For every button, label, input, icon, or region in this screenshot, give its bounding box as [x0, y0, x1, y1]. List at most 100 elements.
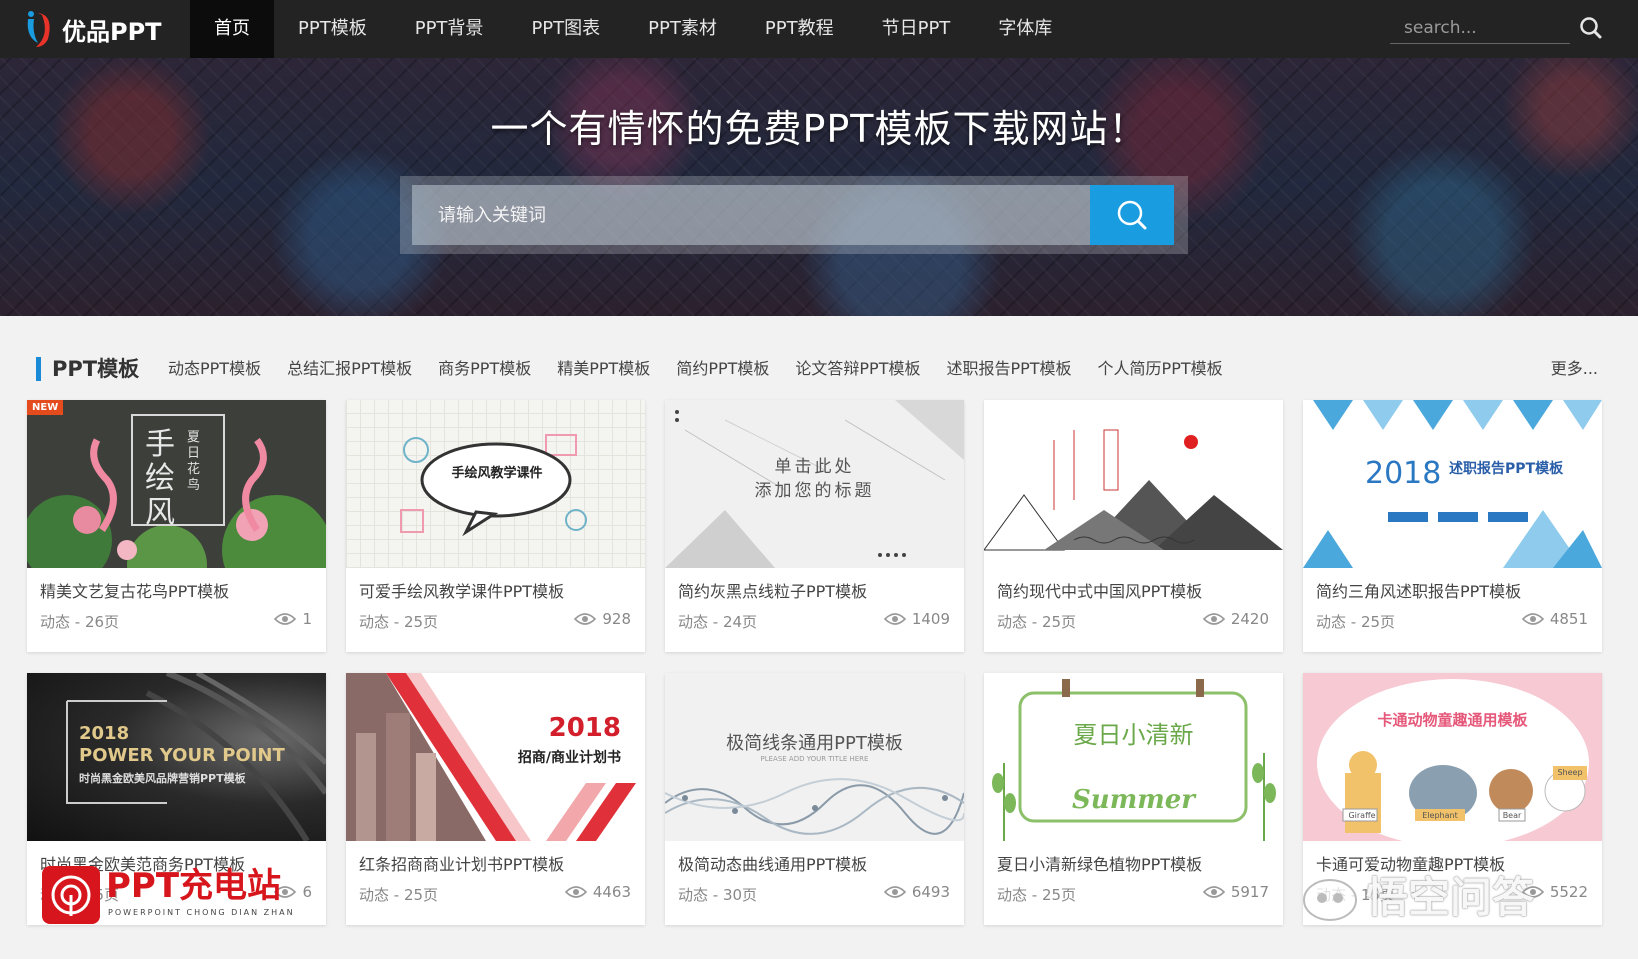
template-card[interactable]: 手绘风教学课件 可爱手绘风教学课件PPT模板 动态 - 25页 928 — [346, 400, 645, 652]
thumbnail-text: 2018 — [79, 723, 130, 744]
site-logo[interactable]: 优品PPT — [24, 8, 162, 50]
template-title[interactable]: 简约三角风述职报告PPT模板 — [1316, 578, 1521, 602]
thumbnail-text: 招商/商业计划书 — [517, 750, 621, 766]
template-card[interactable]: 手绘风 夏日花鸟 NEW 精美文艺复古花鸟PPT模板 动态 - 26页 1 — [27, 400, 326, 652]
watermark-logo-icon — [42, 866, 100, 924]
hero-search-box — [400, 176, 1188, 254]
eye-icon — [564, 886, 587, 898]
view-count: 4463 — [564, 883, 631, 901]
view-count-value: 1 — [302, 610, 312, 628]
logo-icon — [27, 11, 50, 47]
template-meta: 动态 - 25页 — [997, 613, 1077, 631]
view-count: 5917 — [1202, 883, 1269, 901]
logo-text: 优品PPT — [62, 17, 162, 46]
top-nav: 优品PPT 首页 PPT模板 PPT背景 PPT图表 PPT素材 PPT教程 节… — [0, 0, 1638, 58]
nav-item-font-library[interactable]: 字体库 — [974, 0, 1076, 58]
wukong-logo-icon — [1303, 879, 1357, 921]
template-thumbnail[interactable]: 极简线条通用PPT模板 PLEASE ADD YOUR TITLE HERE — [665, 673, 964, 841]
template-thumbnail[interactable]: 手绘风 夏日花鸟 NEW — [27, 400, 326, 568]
template-title[interactable]: 红条招商商业计划书PPT模板 — [359, 851, 564, 875]
thumbnail-text: Giraffe — [1348, 811, 1376, 820]
template-title[interactable]: 可爱手绘风教学课件PPT模板 — [359, 578, 564, 602]
nav-item-ppt-tutorials[interactable]: PPT教程 — [741, 0, 858, 58]
watermark-wukong: 悟空问答 — [1300, 872, 1620, 928]
template-title[interactable]: 简约现代中式中国风PPT模板 — [997, 578, 1202, 602]
template-meta: 动态 - 24页 — [678, 613, 758, 631]
category-link-business[interactable]: 商务PPT模板 — [438, 354, 531, 384]
more-link[interactable]: 更多... — [1551, 354, 1598, 384]
template-title[interactable]: 极简动态曲线通用PPT模板 — [678, 851, 867, 875]
nav-item-ppt-materials[interactable]: PPT素材 — [624, 0, 741, 58]
template-meta: 动态 - 30页 — [678, 886, 758, 904]
eye-icon — [1521, 613, 1544, 625]
search-icon — [1117, 200, 1147, 230]
category-marker — [36, 357, 41, 381]
template-thumbnail[interactable]: 单击此处 添加您的标题 — [665, 400, 964, 568]
eye-icon — [574, 613, 597, 625]
thumbnail-text: 夏日花鸟 — [187, 430, 201, 493]
template-meta: 动态 - 25页 — [359, 613, 439, 631]
thumbnail-text: 极简线条通用PPT模板 — [726, 733, 903, 754]
nav-item-ppt-charts[interactable]: PPT图表 — [507, 0, 624, 58]
new-badge: NEW — [27, 400, 64, 415]
nav-search-box — [1390, 12, 1570, 44]
nav-item-ppt-backgrounds[interactable]: PPT背景 — [391, 0, 508, 58]
template-thumbnail[interactable] — [984, 400, 1283, 568]
view-count-value: 4463 — [592, 883, 631, 901]
template-thumbnail[interactable]: 2018 述职报告PPT模板 — [1303, 400, 1602, 568]
nav-item-holiday-ppt[interactable]: 节日PPT — [858, 0, 975, 58]
view-count-value: 1409 — [911, 610, 950, 628]
thumbnail-art — [1303, 400, 1602, 568]
category-link-simple[interactable]: 简约PPT模板 — [676, 354, 769, 384]
nav-item-home[interactable]: 首页 — [190, 0, 274, 58]
view-count-value: 928 — [602, 610, 631, 628]
template-thumbnail[interactable]: 卡通动物童趣通用模板 Giraffe Elephant Bear Sheep — [1303, 673, 1602, 841]
template-title[interactable]: 简约灰黑点线粒子PPT模板 — [678, 578, 867, 602]
template-title[interactable]: 夏日小清新绿色植物PPT模板 — [997, 851, 1202, 875]
eye-icon — [1202, 886, 1225, 898]
main-menu: 首页 PPT模板 PPT背景 PPT图表 PPT素材 PPT教程 节日PPT 字… — [190, 0, 1076, 58]
view-count: 1409 — [883, 610, 950, 628]
thumbnail-text: 夏日小清新 — [1073, 721, 1194, 749]
thumbnail-text: POWER YOUR POINT — [79, 745, 285, 766]
nav-search-input[interactable] — [1390, 12, 1570, 43]
eye-icon — [883, 613, 906, 625]
thumbnail-text: 单击此处 — [774, 457, 855, 477]
template-card[interactable]: 简约现代中式中国风PPT模板 动态 - 25页 2420 — [984, 400, 1283, 652]
template-card[interactable]: 夏日小清新 Summer 夏日小清新绿色植物PPT模板 动态 - 25页 591… — [984, 673, 1283, 925]
category-links: 动态PPT模板 总结汇报PPT模板 商务PPT模板 精美PPT模板 简约PPT模… — [168, 354, 1249, 384]
thumbnail-text: Elephant — [1422, 811, 1458, 820]
hero-search-button[interactable] — [1090, 185, 1174, 245]
thumbnail-art — [984, 429, 1283, 551]
category-title: PPT模板 — [52, 357, 140, 381]
template-thumbnail[interactable]: 2018 招商/商业计划书 — [346, 673, 645, 841]
template-card[interactable]: 2018 述职报告PPT模板 简约三角风述职报告PPT模板 动态 - 25页 4… — [1303, 400, 1602, 652]
template-thumbnail[interactable]: 手绘风教学课件 — [346, 400, 645, 568]
template-card[interactable]: 极简线条通用PPT模板 PLEASE ADD YOUR TITLE HERE 极… — [665, 673, 964, 925]
thumbnail-text: 时尚黑金欧美风品牌营销PPT模板 — [79, 772, 246, 785]
category-link-dynamic[interactable]: 动态PPT模板 — [168, 354, 261, 384]
category-link-exquisite[interactable]: 精美PPT模板 — [557, 354, 650, 384]
category-link-resume[interactable]: 个人简历PPT模板 — [1098, 354, 1223, 384]
eye-icon — [274, 613, 297, 625]
thumbnail-text: 手绘风教学课件 — [451, 466, 543, 481]
template-card[interactable]: 2018 招商/商业计划书 红条招商商业计划书PPT模板 动态 - 25页 44… — [346, 673, 645, 925]
thumbnail-text: Sheep — [1557, 768, 1583, 777]
search-icon[interactable] — [1578, 15, 1604, 41]
category-link-thesis-defense[interactable]: 论文答辩PPT模板 — [795, 354, 920, 384]
template-thumbnail[interactable]: 夏日小清新 Summer — [984, 673, 1283, 841]
view-count: 6493 — [883, 883, 950, 901]
thumbnail-text: Summer — [1072, 785, 1195, 815]
template-thumbnail[interactable]: 2018 POWER YOUR POINT 时尚黑金欧美风品牌营销PPT模板 — [27, 673, 326, 841]
category-link-summary-report[interactable]: 总结汇报PPT模板 — [287, 354, 412, 384]
view-count: 4851 — [1521, 610, 1588, 628]
hero-search-input[interactable] — [412, 185, 1090, 245]
category-link-debriefing-report[interactable]: 述职报告PPT模板 — [946, 354, 1071, 384]
nav-item-ppt-templates[interactable]: PPT模板 — [274, 0, 391, 58]
eye-icon — [883, 886, 906, 898]
thumbnail-art — [400, 434, 587, 537]
template-title[interactable]: 精美文艺复古花鸟PPT模板 — [40, 578, 229, 602]
thumbnail-text: 述职报告PPT模板 — [1449, 461, 1564, 477]
template-card[interactable]: 单击此处 添加您的标题 简约灰黑点线粒子PPT模板 动态 - 24页 1409 — [665, 400, 964, 652]
thumbnail-text: 卡通动物童趣通用模板 — [1377, 711, 1528, 729]
